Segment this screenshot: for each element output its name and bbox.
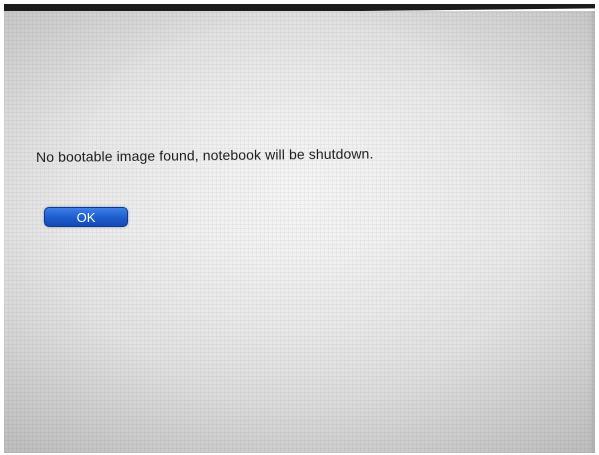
boot-screen: No bootable image found, notebook will b… (4, 11, 595, 453)
vignette (4, 11, 595, 453)
error-message: No bootable image found, notebook will b… (35, 145, 374, 165)
ok-button[interactable]: OK (44, 207, 128, 227)
screen-edge (589, 11, 595, 453)
photo-frame: No bootable image found, notebook will b… (0, 0, 599, 455)
moire-pattern (4, 11, 595, 453)
boot-error-dialog: No bootable image found, notebook will b… (36, 145, 576, 227)
